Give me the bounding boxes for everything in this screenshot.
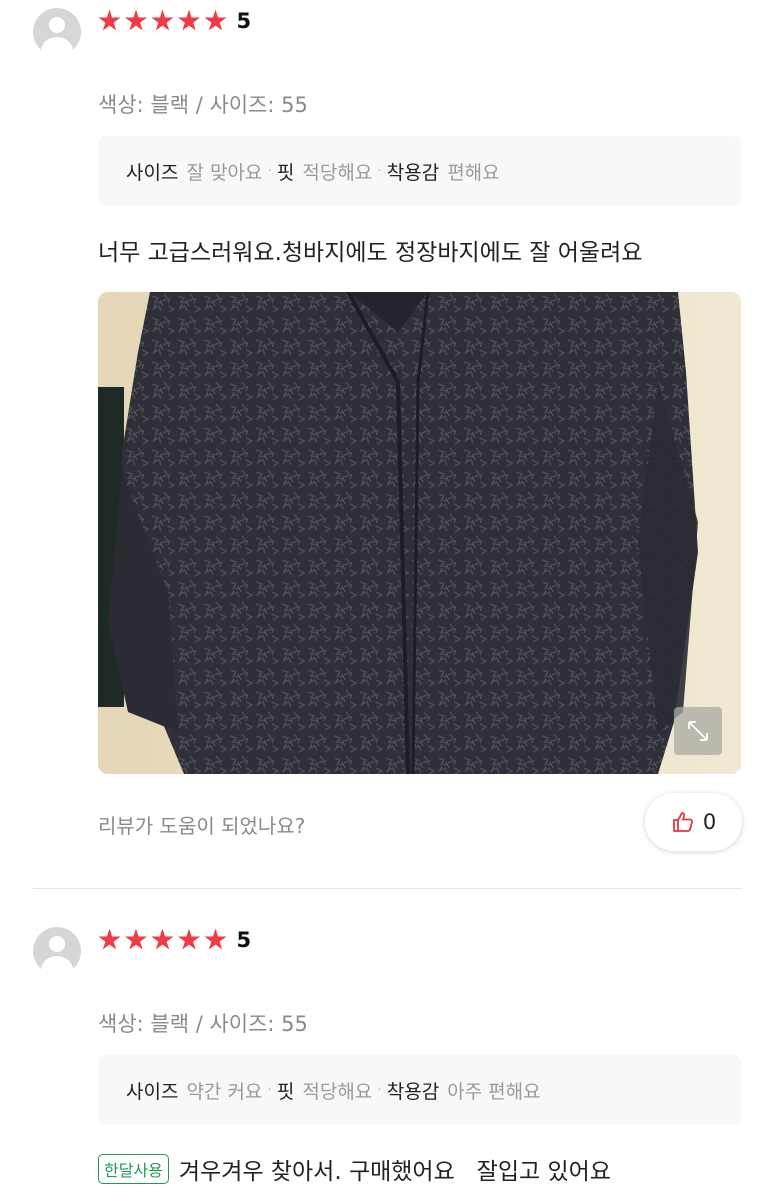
star-icon bbox=[98, 9, 121, 31]
star-icon bbox=[151, 928, 174, 950]
star-icon bbox=[98, 928, 121, 950]
photo-illustration bbox=[98, 292, 741, 774]
option-info: 색상: 블랙 / 사이즈: 55 bbox=[98, 93, 308, 117]
star-icon bbox=[177, 928, 201, 950]
attr-size-value: 잘 맞아요 bbox=[186, 161, 263, 184]
review-body: 겨우겨우 찾아서. 구매했어요 잘입고 있어요 bbox=[178, 1159, 611, 1185]
star-icon bbox=[151, 9, 174, 31]
star-icon bbox=[204, 928, 227, 950]
star-icon bbox=[204, 9, 227, 31]
like-count: 0 bbox=[702, 810, 717, 834]
review-body: 너무 고급스러워요.청바지에도 정장바지에도 잘 어울려요 bbox=[98, 240, 643, 266]
star-rating: 5 bbox=[98, 928, 251, 952]
attr-size-label: 사이즈 bbox=[126, 1080, 179, 1103]
star-icon bbox=[124, 928, 148, 950]
expand-icon[interactable] bbox=[674, 707, 722, 755]
attr-comfort-label: 착용감 bbox=[386, 161, 440, 184]
avatar bbox=[33, 8, 81, 56]
rating-score: 5 bbox=[236, 9, 252, 33]
star-icon bbox=[177, 9, 201, 31]
star-rating: 5 bbox=[98, 9, 251, 33]
usage-badge: 한달사용 bbox=[98, 1154, 169, 1184]
rating-score: 5 bbox=[236, 928, 252, 952]
avatar bbox=[33, 927, 81, 975]
like-button[interactable]: 0 bbox=[645, 793, 742, 851]
attribute-summary: 사이즈 약간 커요 · 핏 적당해요 · 착용감 아주 편해요 bbox=[98, 1055, 741, 1125]
attr-comfort-label: 착용감 bbox=[386, 1080, 440, 1103]
attr-comfort-value: 아주 편해요 bbox=[447, 1080, 541, 1103]
attr-size-value: 약간 커요 bbox=[186, 1080, 263, 1103]
attr-fit-label: 핏 bbox=[276, 1080, 295, 1103]
attr-fit-value: 적당해요 bbox=[302, 161, 373, 184]
star-icon bbox=[124, 9, 148, 31]
review-photo[interactable] bbox=[98, 292, 741, 774]
option-info: 색상: 블랙 / 사이즈: 55 bbox=[98, 1012, 308, 1036]
attr-size-label: 사이즈 bbox=[126, 161, 179, 184]
attribute-summary: 사이즈 잘 맞아요 · 핏 적당해요 · 착용감 편해요 bbox=[98, 136, 741, 206]
helpful-question: 리뷰가 도움이 되었나요? bbox=[98, 814, 306, 838]
attr-comfort-value: 편해요 bbox=[447, 161, 500, 184]
attr-fit-value: 적당해요 bbox=[302, 1080, 373, 1103]
review-body-line: 한달사용 겨우겨우 찾아서. 구매했어요 잘입고 있어요 bbox=[98, 1152, 611, 1186]
attr-fit-label: 핏 bbox=[276, 161, 295, 184]
review-divider bbox=[33, 888, 742, 889]
thumbs-up-icon bbox=[672, 812, 693, 832]
